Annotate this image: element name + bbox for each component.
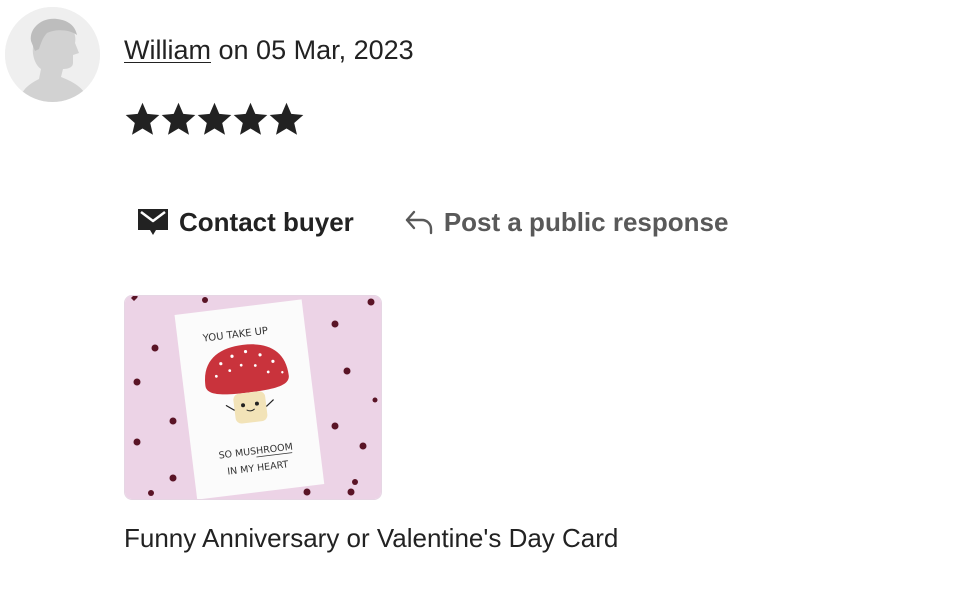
avatar[interactable] [5, 7, 100, 102]
contact-buyer-button[interactable]: Contact buyer [137, 204, 354, 240]
star-icon [125, 102, 160, 135]
greeting-card: YOU TAKE UP SO MUSHROOM IN MY HEART [174, 299, 325, 499]
envelope-icon [138, 209, 168, 235]
product-title-link[interactable]: Funny Anniversary or Valentine's Day Car… [124, 521, 618, 555]
mushroom-card-image: YOU TAKE UP SO MUSHROOM IN MY HEART [125, 296, 381, 499]
star-icon [269, 102, 304, 135]
contact-buyer-label: Contact buyer [179, 207, 354, 237]
review-date: on 05 Mar, 2023 [218, 35, 414, 65]
star-rating [124, 100, 304, 137]
star-icon [233, 102, 268, 135]
post-public-response-label: Post a public response [443, 207, 729, 237]
review-meta: William on 05 Mar, 2023 [124, 33, 414, 67]
reviewer-name-link[interactable]: William [124, 35, 211, 65]
user-silhouette-icon [5, 7, 100, 102]
product-thumbnail[interactable]: YOU TAKE UP SO MUSHROOM IN MY HEART [124, 295, 382, 500]
star-icon [161, 102, 196, 135]
post-public-response-button[interactable]: Post a public response [404, 204, 729, 240]
review-actions: Contact buyer Post a public response [137, 204, 728, 240]
star-icon [197, 102, 232, 135]
reply-arrow-icon [405, 210, 433, 235]
